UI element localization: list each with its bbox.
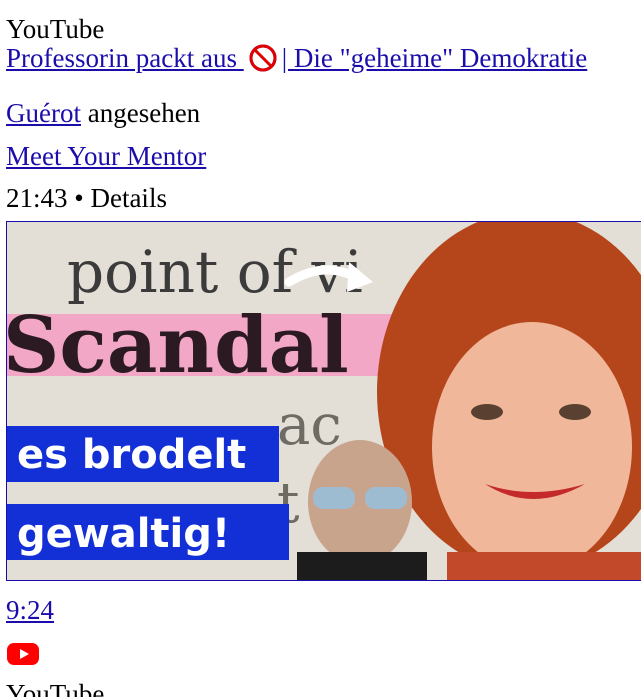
channel-link[interactable]: Guérot (6, 98, 81, 128)
video-title-link[interactable]: Professorin packt aus | Die "geheime" De… (6, 43, 587, 73)
youtube-logo-icon[interactable] (6, 641, 42, 667)
video-title-suffix: | Die "geheime" Demokratie (281, 43, 588, 73)
man-glasses-left (313, 487, 355, 509)
video-thumbnail-link[interactable]: point of vi Scandal ac t o es brodelt ge… (6, 221, 641, 581)
man-shirt (297, 552, 427, 580)
woman-eye-right (559, 404, 591, 420)
overlay-label-1: es brodelt (17, 432, 246, 478)
app-name-footer: YouTube (6, 679, 105, 697)
thumb-bg-word-2: Scandal (7, 300, 349, 391)
video-title-line: Professorin packt aus | Die "geheime" De… (6, 42, 587, 74)
woman-eye-left (471, 404, 503, 420)
timestamp: 21:43 (6, 183, 68, 213)
video-title-prefix: Professorin packt aus (6, 43, 237, 73)
app-name-header: YouTube (6, 14, 105, 44)
viewed-label: angesehen (87, 98, 201, 128)
woman-top (447, 552, 641, 580)
time-details-line: 21:43 • Details (6, 182, 167, 214)
overlay-label-2: gewaltig! (17, 511, 230, 557)
video-thumbnail-image: point of vi Scandal ac t o es brodelt ge… (7, 222, 641, 580)
channel-line: Guérot angesehen (6, 97, 200, 129)
uploader-link[interactable]: Meet Your Mentor (6, 141, 206, 171)
uploader-line: Meet Your Mentor (6, 140, 206, 172)
details-link[interactable]: Details (90, 183, 166, 213)
duration-line: 9:24 (6, 594, 54, 626)
prohibited-icon (248, 43, 278, 73)
woman-face (432, 322, 632, 572)
duration-link[interactable]: 9:24 (6, 595, 54, 625)
separator: • (74, 183, 84, 213)
thumb-faded-text: ac (277, 393, 342, 458)
man-glasses-right (365, 487, 407, 509)
